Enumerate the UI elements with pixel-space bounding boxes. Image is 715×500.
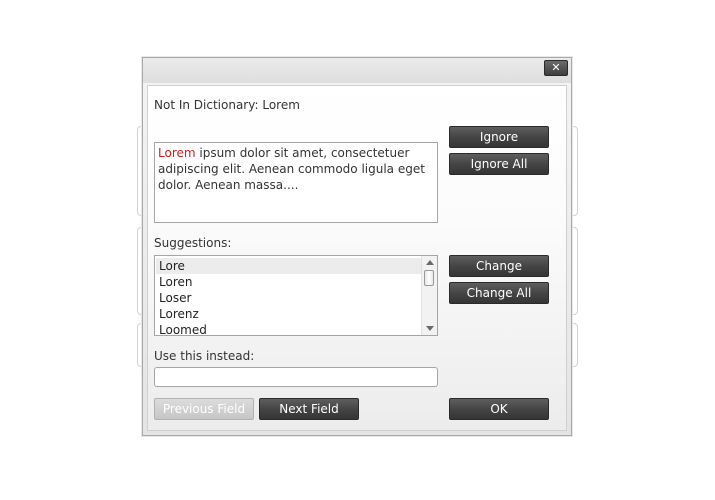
dialog-content: Not In Dictionary: Lorem Lorem ipsum dol… bbox=[147, 85, 567, 431]
ignore-button[interactable]: Ignore bbox=[449, 126, 549, 148]
change-all-button[interactable]: Change All bbox=[449, 282, 549, 304]
close-icon: ✕ bbox=[551, 61, 561, 74]
use-instead-input[interactable] bbox=[154, 367, 438, 387]
misspelled-word: Lorem bbox=[262, 98, 300, 112]
next-field-button[interactable]: Next Field bbox=[259, 398, 359, 420]
list-item[interactable]: Lorenz bbox=[156, 306, 424, 322]
context-textbox[interactable]: Lorem ipsum dolor sit amet, consectetuer… bbox=[154, 142, 438, 223]
ok-button[interactable]: OK bbox=[449, 398, 549, 420]
context-text: ipsum dolor sit amet, consectetuer adipi… bbox=[158, 146, 425, 192]
suggestions-scrollbar[interactable] bbox=[421, 256, 437, 335]
suggestions-label: Suggestions: bbox=[154, 236, 232, 250]
scrollbar-thumb[interactable] bbox=[424, 270, 434, 286]
previous-field-button[interactable]: Previous Field bbox=[154, 398, 254, 420]
list-item[interactable]: Loser bbox=[156, 290, 424, 306]
chevron-down-icon[interactable] bbox=[426, 326, 434, 331]
misspelled-word-highlight: Lorem bbox=[158, 146, 196, 160]
not-in-dictionary-label: Not In Dictionary: bbox=[154, 98, 259, 112]
ignore-all-button[interactable]: Ignore All bbox=[449, 153, 549, 175]
suggestions-list[interactable]: Lore Loren Loser Lorenz Loomed bbox=[154, 255, 438, 336]
chevron-up-icon[interactable] bbox=[426, 260, 434, 265]
change-button[interactable]: Change bbox=[449, 255, 549, 277]
dialog-titlebar: ✕ bbox=[143, 58, 571, 83]
spell-check-dialog: ✕ Not In Dictionary: Lorem Lorem ipsum d… bbox=[142, 57, 572, 436]
close-button[interactable]: ✕ bbox=[544, 60, 568, 76]
list-item[interactable]: Loren bbox=[156, 274, 424, 290]
use-instead-label: Use this instead: bbox=[154, 349, 255, 363]
list-item[interactable]: Lore bbox=[156, 258, 424, 274]
list-item[interactable]: Loomed bbox=[156, 322, 424, 335]
not-in-dictionary-row: Not In Dictionary: Lorem bbox=[154, 98, 300, 112]
